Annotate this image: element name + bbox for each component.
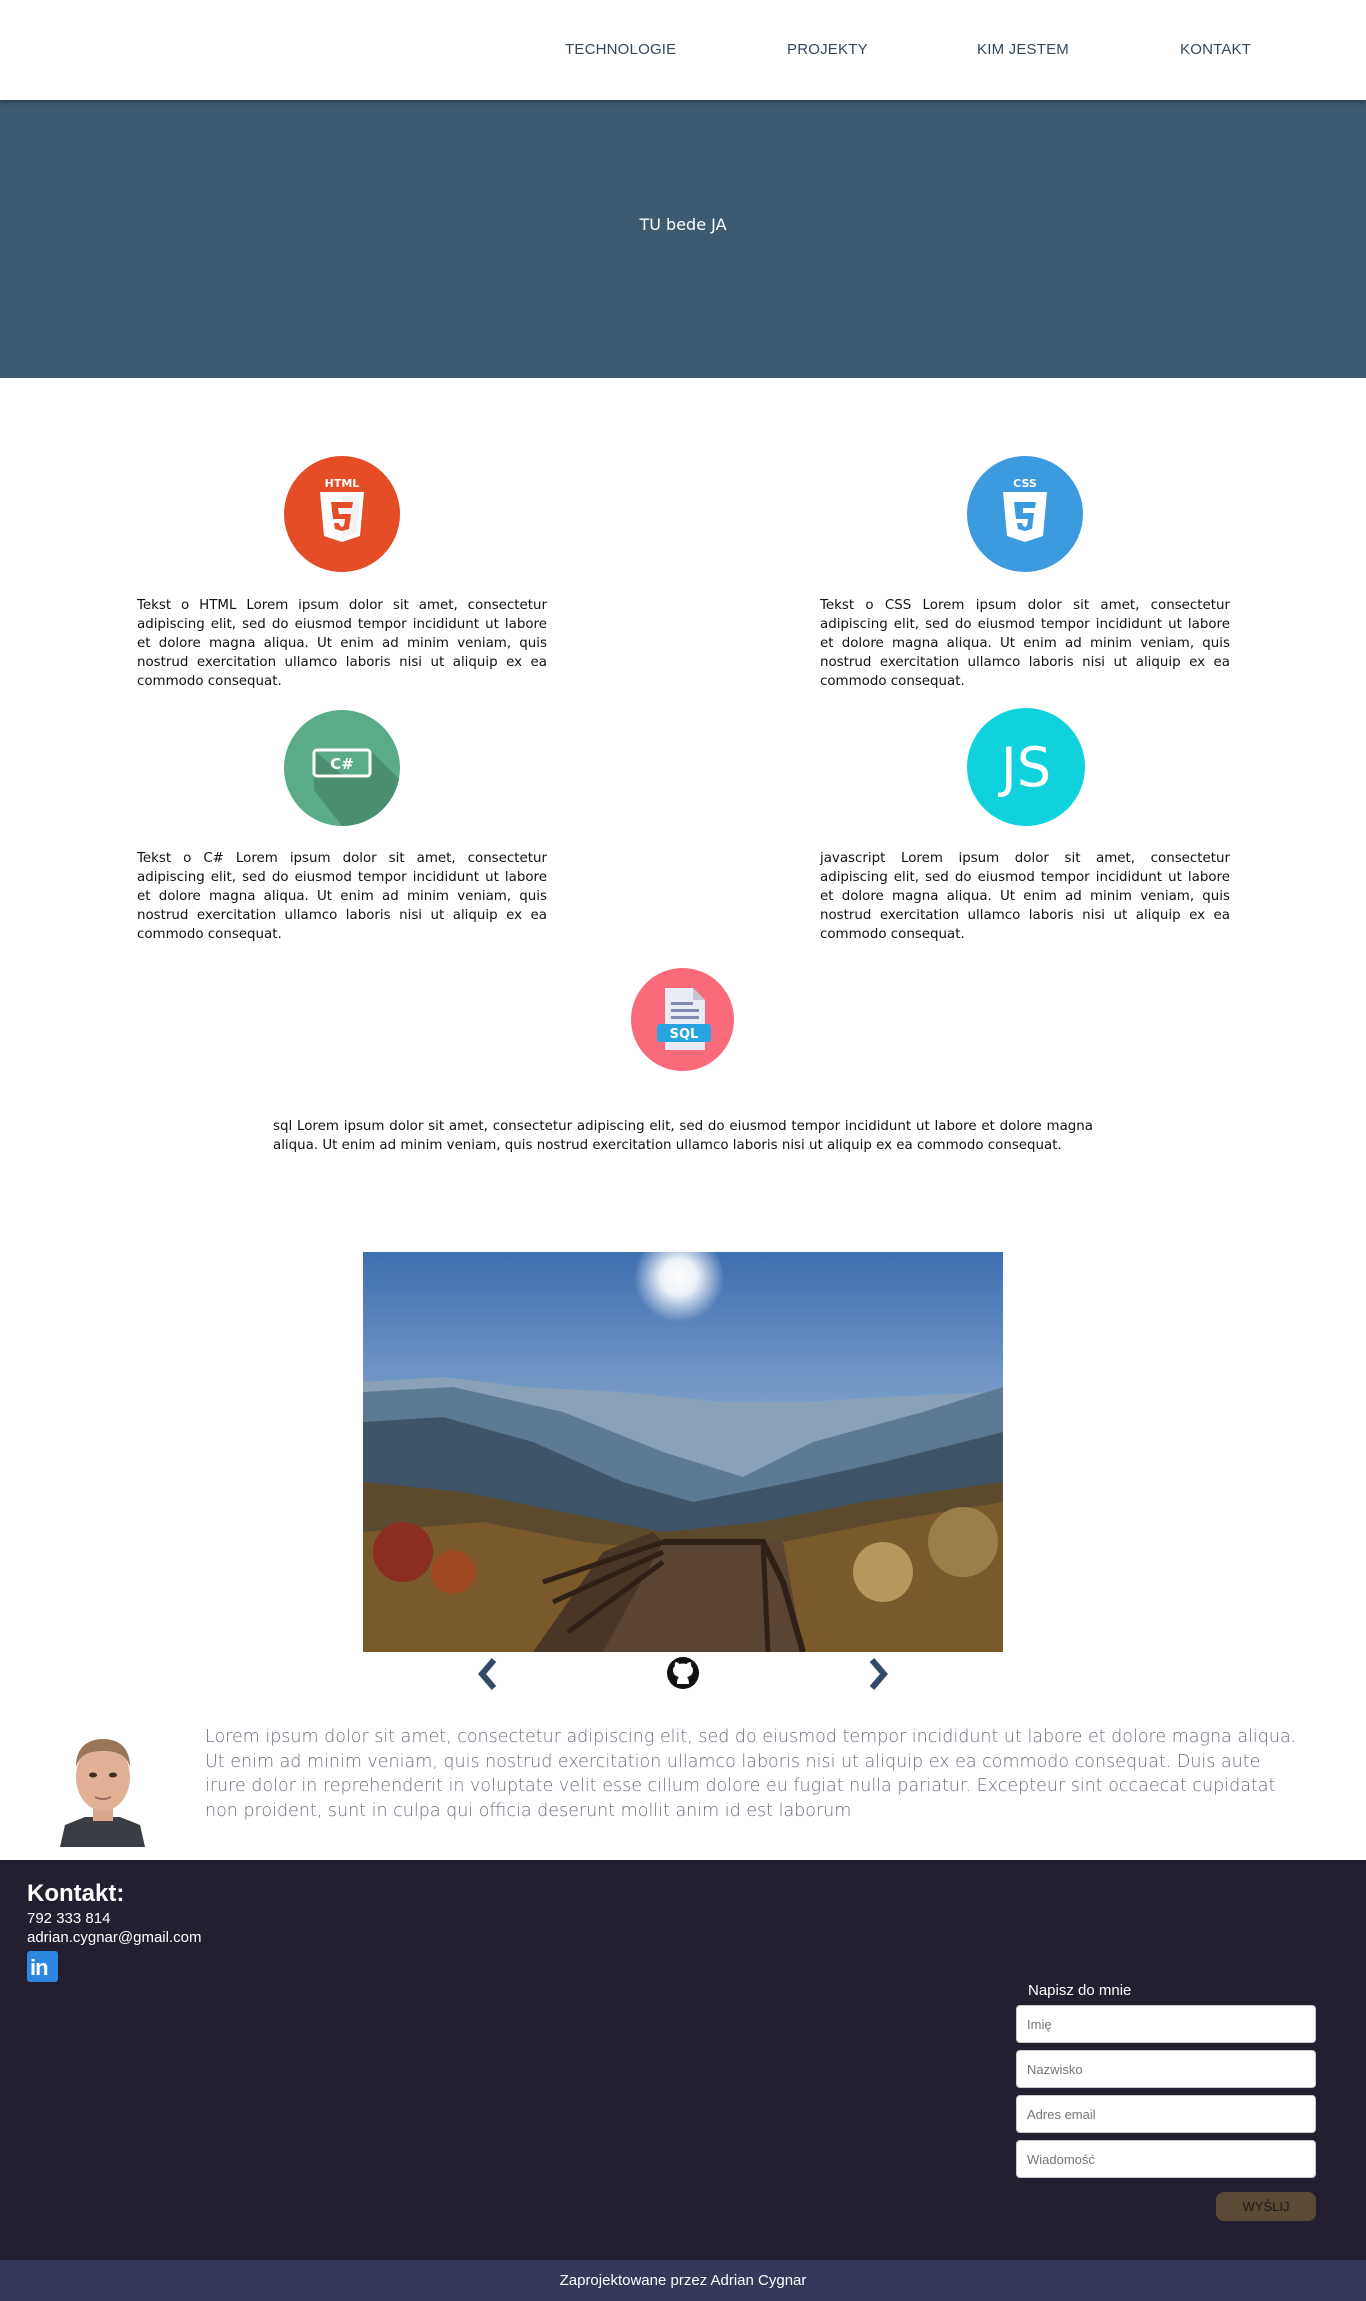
javascript-description: javascript Lorem ipsum dolor sit amet, c… [820, 851, 1230, 942]
email-field[interactable] [1016, 2095, 1316, 2133]
contact-title: Kontakt: [27, 1880, 125, 1907]
contact-phone: 792 333 814 [27, 1910, 111, 1927]
form-title: Napisz do mnie [1028, 1982, 1132, 1999]
last-name-field[interactable] [1016, 2050, 1316, 2088]
css-description: Tekst o CSS Lorem ipsum dolor sit amet, … [820, 598, 1230, 689]
html5-icon: HTML [284, 456, 400, 572]
footer-credit: Zaprojektowane przez Adrian Cygnar [559, 2272, 807, 2289]
svg-text:C#: C# [330, 755, 354, 773]
nav-item-kontakt[interactable]: KONTAKT [1180, 41, 1251, 58]
nav-item-technologie[interactable]: TECHNOLOGIE [565, 41, 676, 58]
nav-item-projekty[interactable]: PROJEKTY [787, 41, 868, 58]
svg-text:SQL: SQL [670, 1027, 699, 1042]
about-text: Lorem ipsum dolor sit amet, consectetur … [205, 1727, 1297, 1821]
bottom-bar: Zaprojektowane przez Adrian Cygnar [0, 2260, 1366, 2301]
sql-icon: SQL [631, 968, 734, 1071]
csharp-description: Tekst o C# Lorem ipsum dolor sit amet, c… [137, 851, 547, 942]
css3-icon: CSS [967, 456, 1083, 572]
chevron-right-icon [869, 1658, 888, 1690]
slider-prev-button[interactable] [472, 1656, 502, 1692]
html-description: Tekst o HTML Lorem ipsum dolor sit amet,… [137, 598, 547, 689]
javascript-icon: JS [967, 708, 1085, 826]
chevron-left-icon [478, 1658, 497, 1690]
svg-text:CSS: CSS [1013, 477, 1037, 490]
top-navbar: TECHNOLOGIE PROJEKTY KIM JESTEM KONTAKT [0, 0, 1366, 100]
github-icon [667, 1657, 699, 1689]
linkedin-icon[interactable]: in [27, 1951, 58, 1982]
sql-description: sql Lorem ipsum dolor sit amet, consecte… [273, 1119, 1093, 1153]
send-button[interactable]: WYŚLIJ [1216, 2192, 1316, 2221]
slider-next-button[interactable] [864, 1656, 894, 1692]
svg-text:JS: JS [998, 736, 1051, 799]
message-field[interactable] [1016, 2140, 1316, 2178]
svg-text:HTML: HTML [325, 477, 360, 490]
contact-email[interactable]: adrian.cygnar@gmail.com [27, 1929, 201, 1946]
hero-text: TU bede JA [639, 215, 727, 234]
hero-banner: TU bede JA [0, 100, 1366, 378]
csharp-icon: C# [284, 710, 400, 826]
first-name-field[interactable] [1016, 2005, 1316, 2043]
github-link[interactable] [666, 1656, 700, 1692]
project-slider-image [363, 1252, 1003, 1652]
avatar [60, 1725, 145, 1847]
nav-item-kim-jestem[interactable]: KIM JESTEM [977, 41, 1069, 58]
